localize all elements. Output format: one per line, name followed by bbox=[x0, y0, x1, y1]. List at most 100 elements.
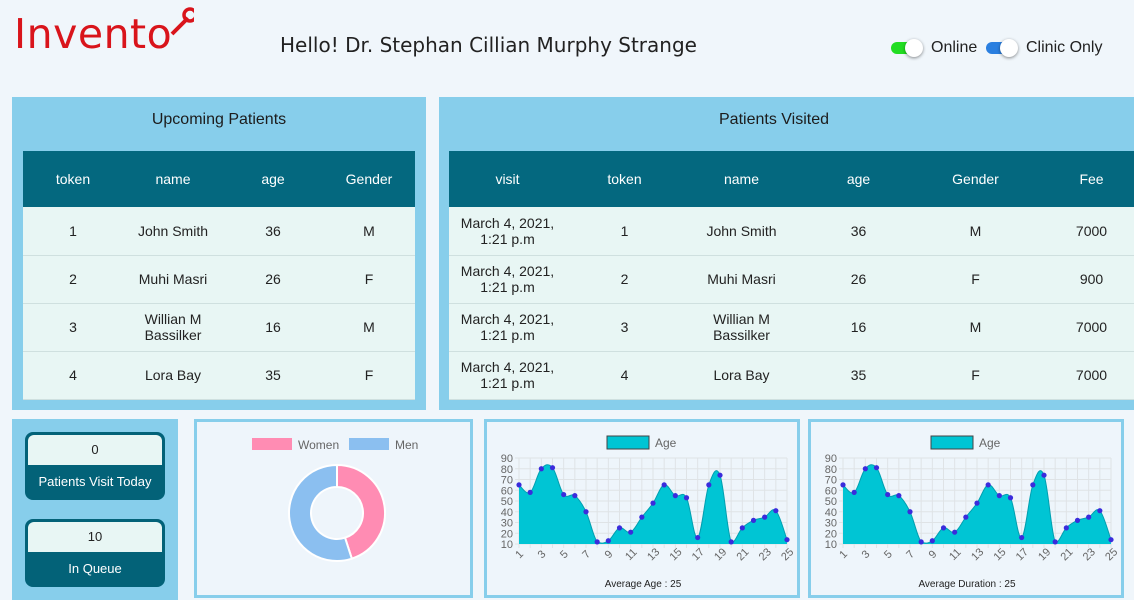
data-point[interactable] bbox=[739, 525, 745, 531]
data-point[interactable] bbox=[873, 465, 880, 471]
data-point[interactable] bbox=[538, 466, 544, 472]
data-point[interactable] bbox=[549, 465, 556, 471]
data-point[interactable] bbox=[940, 525, 947, 531]
column-header-age[interactable]: age bbox=[223, 151, 323, 207]
table-row[interactable]: 3 Willian M Bassilker 16 M bbox=[23, 303, 415, 352]
online-toggle-group[interactable]: Online bbox=[891, 39, 977, 57]
data-point[interactable] bbox=[750, 517, 757, 523]
column-header-name[interactable]: name bbox=[123, 151, 223, 207]
data-point[interactable] bbox=[1063, 525, 1069, 531]
table-row[interactable]: 4 Lora Bay 35 F bbox=[23, 351, 415, 400]
cell-age: 35 bbox=[800, 351, 917, 400]
data-point[interactable] bbox=[628, 529, 634, 535]
data-point[interactable] bbox=[1041, 472, 1047, 478]
data-point[interactable] bbox=[650, 500, 656, 506]
table-row[interactable]: March 4, 2021, 1:21 p.m 4 Lora Bay 35 F 7000 bbox=[449, 351, 1134, 400]
table-row[interactable]: March 4, 2021, 1:21 p.m 3 Willian M Bassil… bbox=[449, 303, 1134, 352]
data-point[interactable] bbox=[952, 529, 958, 535]
data-point[interactable] bbox=[527, 489, 533, 495]
table-row[interactable]: 1 John Smith 36 M bbox=[23, 207, 415, 256]
data-point[interactable] bbox=[929, 538, 935, 544]
table-row[interactable]: 2 Muhi Masri 26 F bbox=[23, 255, 415, 304]
data-point[interactable] bbox=[1074, 517, 1081, 523]
data-point[interactable] bbox=[1052, 539, 1058, 545]
logo[interactable]: Invento bbox=[14, 4, 194, 60]
column-header-token[interactable]: token bbox=[23, 151, 123, 207]
data-point[interactable] bbox=[851, 489, 857, 495]
data-point[interactable] bbox=[728, 539, 734, 545]
cell-token: 1 bbox=[566, 207, 683, 256]
cell-gender: M bbox=[323, 207, 415, 256]
data-point[interactable] bbox=[639, 514, 645, 520]
y-tick-label: 70 bbox=[825, 475, 837, 487]
data-point[interactable] bbox=[516, 482, 522, 488]
gender-chart-box: Women Men bbox=[194, 419, 473, 598]
online-toggle[interactable] bbox=[891, 39, 923, 57]
cell-name: Lora Bay bbox=[683, 351, 800, 400]
cell-visit: March 4, 2021, 1:21 p.m bbox=[449, 303, 566, 352]
data-point[interactable] bbox=[583, 509, 589, 515]
column-header-gender[interactable]: Gender bbox=[917, 151, 1034, 207]
legend-swatch-women[interactable] bbox=[252, 438, 292, 450]
data-point[interactable] bbox=[594, 539, 600, 545]
legend-label-age[interactable]: Age bbox=[979, 436, 1001, 450]
column-header-visit[interactable]: visit bbox=[449, 151, 566, 207]
data-point[interactable] bbox=[1097, 508, 1103, 514]
data-point[interactable] bbox=[996, 493, 1002, 499]
clinic-only-toggle-group[interactable]: Clinic Only bbox=[986, 39, 1102, 57]
column-header-fee[interactable]: Fee bbox=[1034, 151, 1134, 207]
data-point[interactable] bbox=[1086, 514, 1092, 520]
y-tick-label: 30 bbox=[501, 518, 513, 530]
y-tick-label: 20 bbox=[501, 528, 513, 540]
data-point[interactable] bbox=[862, 466, 868, 472]
data-point[interactable] bbox=[907, 509, 913, 515]
data-point[interactable] bbox=[1108, 537, 1114, 543]
cell-token: 3 bbox=[566, 303, 683, 352]
data-point[interactable] bbox=[616, 525, 623, 531]
column-header-token[interactable]: token bbox=[566, 151, 683, 207]
data-point[interactable] bbox=[918, 539, 924, 545]
cell-gender: M bbox=[323, 303, 415, 352]
cell-gender: F bbox=[323, 351, 415, 400]
x-tick-label: 1 bbox=[837, 548, 850, 561]
data-point[interactable] bbox=[773, 508, 779, 514]
data-point[interactable] bbox=[561, 491, 567, 498]
legend-swatch-men[interactable] bbox=[349, 438, 389, 450]
data-point[interactable] bbox=[963, 514, 969, 520]
cell-name: Willian M Bassilker bbox=[123, 303, 223, 352]
data-point[interactable] bbox=[840, 482, 846, 488]
cell-gender: M bbox=[917, 303, 1034, 352]
data-point[interactable] bbox=[695, 534, 701, 541]
data-point[interactable] bbox=[896, 493, 902, 499]
column-header-age[interactable]: age bbox=[800, 151, 917, 207]
data-point[interactable] bbox=[1030, 482, 1036, 488]
cell-name: John Smith bbox=[683, 207, 800, 256]
column-header-gender[interactable]: Gender bbox=[323, 151, 415, 207]
data-point[interactable] bbox=[974, 500, 980, 506]
legend-label-women[interactable]: Women bbox=[298, 438, 339, 452]
y-tick-label: 10 bbox=[501, 539, 513, 551]
data-point[interactable] bbox=[672, 493, 678, 499]
data-point[interactable] bbox=[784, 537, 790, 543]
age-chart-box: Age 10 20 30 40 50 60 70 80 90 1 3 5 7 9 11 13 15 17 19 21 23… bbox=[484, 419, 800, 598]
data-point[interactable] bbox=[985, 482, 991, 488]
data-point[interactable] bbox=[683, 495, 690, 501]
table-row[interactable]: March 4, 2021, 1:21 p.m 1 John Smith 36 M 700… bbox=[449, 207, 1134, 256]
column-header-name[interactable]: name bbox=[683, 151, 800, 207]
data-point[interactable] bbox=[717, 472, 723, 478]
data-point[interactable] bbox=[1007, 495, 1014, 501]
data-point[interactable] bbox=[661, 482, 667, 488]
legend-label-age[interactable]: Age bbox=[655, 436, 677, 450]
data-point[interactable] bbox=[572, 493, 578, 499]
data-point[interactable] bbox=[885, 491, 891, 498]
legend-swatch-age[interactable] bbox=[606, 435, 650, 450]
data-point[interactable] bbox=[762, 514, 768, 520]
data-point[interactable] bbox=[1019, 534, 1025, 541]
clinic-only-toggle[interactable] bbox=[986, 39, 1018, 57]
data-point[interactable] bbox=[706, 482, 712, 488]
x-tick-label: 3 bbox=[536, 548, 549, 561]
legend-swatch-age[interactable] bbox=[930, 435, 974, 450]
data-point[interactable] bbox=[605, 538, 611, 544]
table-row[interactable]: March 4, 2021, 1:21 p.m 2 Muhi Masri 26 F 900 bbox=[449, 255, 1134, 304]
legend-label-men[interactable]: Men bbox=[395, 438, 418, 452]
